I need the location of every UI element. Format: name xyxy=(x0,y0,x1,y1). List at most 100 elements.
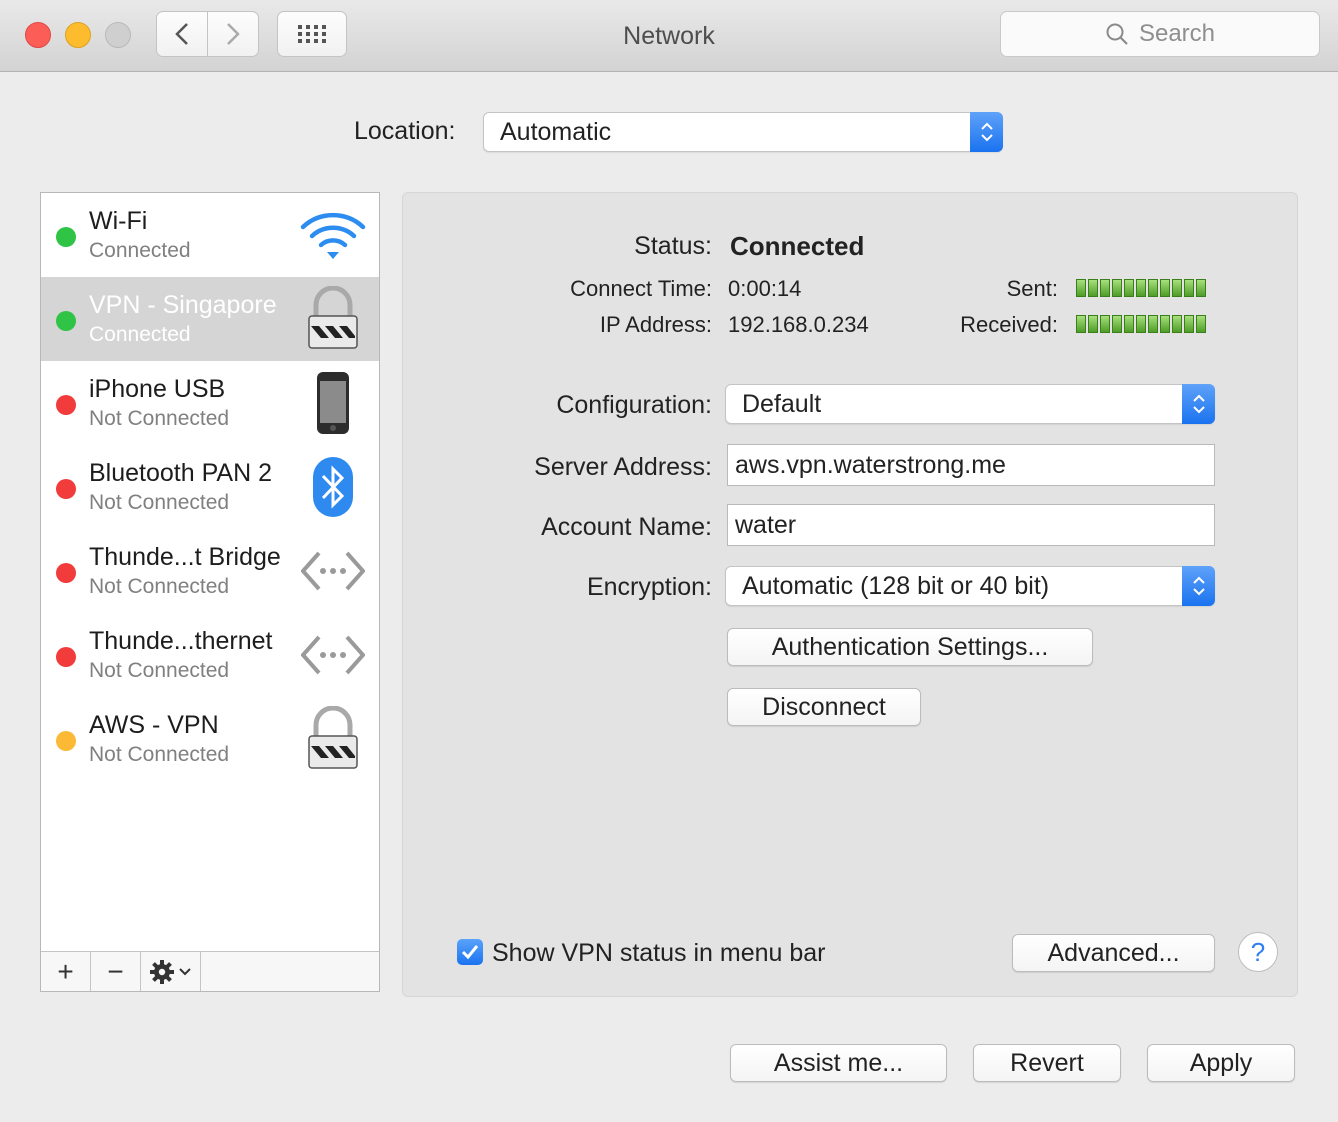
service-item-bluetooth-pan[interactable]: Bluetooth PAN 2 Not Connected xyxy=(41,445,379,529)
connect-time-value: 0:00:14 xyxy=(728,276,802,301)
account-name-label: Account Name: xyxy=(541,513,712,541)
vpn-lock-icon xyxy=(299,285,367,353)
title-bar: Network Search xyxy=(0,0,1338,72)
location-popup[interactable]: Automatic xyxy=(483,112,1003,152)
action-menu-button[interactable] xyxy=(141,952,201,991)
received-label: Received: xyxy=(960,312,1058,337)
connect-time-label: Connect Time: xyxy=(570,276,712,301)
meter-segment xyxy=(1100,279,1110,297)
gear-icon xyxy=(149,959,191,984)
service-name: Thunde...t Bridge xyxy=(89,543,281,571)
configuration-label: Configuration: xyxy=(556,391,712,419)
advanced-button[interactable]: Advanced... xyxy=(1012,934,1215,972)
remove-service-button[interactable]: − xyxy=(91,952,141,991)
meter-segment xyxy=(1088,315,1098,333)
apply-button[interactable]: Apply xyxy=(1147,1044,1295,1082)
ip-address-value: 192.168.0.234 xyxy=(728,312,869,337)
meter-segment xyxy=(1184,315,1194,333)
popup-arrows-icon xyxy=(1182,566,1215,606)
service-item-aws-vpn[interactable]: AWS - VPN Not Connected xyxy=(41,697,379,781)
service-status: Not Connected xyxy=(89,407,230,430)
meter-segment xyxy=(1124,279,1134,297)
meter-segment xyxy=(1184,279,1194,297)
meter-segment xyxy=(1148,315,1158,333)
add-service-button[interactable]: + xyxy=(41,952,91,991)
authentication-settings-button[interactable]: Authentication Settings... xyxy=(727,628,1093,666)
meter-segment xyxy=(1112,315,1122,333)
meter-segment xyxy=(1196,279,1206,297)
service-status: Not Connected xyxy=(89,659,230,682)
search-icon xyxy=(1106,23,1128,45)
thunderbolt-ethernet-icon xyxy=(299,621,367,689)
location-label: Location: xyxy=(354,117,456,145)
service-name: iPhone USB xyxy=(89,375,226,403)
server-address-field[interactable]: aws.vpn.waterstrong.me xyxy=(727,444,1215,486)
service-name: AWS - VPN xyxy=(89,711,219,739)
ip-address-label: IP Address: xyxy=(599,312,712,337)
status-dot-green xyxy=(56,227,76,247)
meter-segment xyxy=(1112,279,1122,297)
meter-segment xyxy=(1148,279,1158,297)
service-item-wifi[interactable]: Wi-Fi Connected xyxy=(41,193,379,277)
sent-meter xyxy=(1076,279,1206,297)
meter-segment xyxy=(1124,315,1134,333)
meter-segment xyxy=(1076,279,1086,297)
sent-label: Sent: xyxy=(1006,276,1058,301)
meter-segment xyxy=(1172,279,1182,297)
account-name-field[interactable]: water xyxy=(727,504,1215,546)
service-status: Not Connected xyxy=(89,575,230,598)
status-dot-red xyxy=(56,563,76,583)
revert-button[interactable]: Revert xyxy=(973,1044,1121,1082)
help-button[interactable]: ? xyxy=(1238,932,1278,972)
meter-segment xyxy=(1088,279,1098,297)
meter-segment xyxy=(1160,279,1170,297)
disconnect-button[interactable]: Disconnect xyxy=(727,688,921,726)
service-list: Wi-Fi Connected VPN - Singapore Connecte… xyxy=(40,192,380,992)
server-address-label: Server Address: xyxy=(534,453,712,481)
received-meter xyxy=(1076,315,1206,333)
service-list-toolbar: + − xyxy=(41,951,379,991)
configuration-value: Default xyxy=(742,389,822,418)
meter-segment xyxy=(1076,315,1086,333)
service-item-vpn-singapore[interactable]: VPN - Singapore Connected xyxy=(41,277,379,361)
bluetooth-icon xyxy=(299,453,367,521)
status-dot-red xyxy=(56,395,76,415)
vpn-lock-icon xyxy=(299,705,367,773)
encryption-popup[interactable]: Automatic (128 bit or 40 bit) xyxy=(725,566,1215,606)
meter-segment xyxy=(1160,315,1170,333)
show-vpn-status-checkbox[interactable] xyxy=(457,939,483,965)
status-dot-red xyxy=(56,647,76,667)
encryption-value: Automatic (128 bit or 40 bit) xyxy=(742,571,1050,600)
popup-arrows-icon xyxy=(970,112,1003,152)
location-value: Automatic xyxy=(500,117,612,146)
thunderbolt-bridge-icon xyxy=(299,537,367,605)
iphone-icon xyxy=(299,369,367,437)
meter-segment xyxy=(1136,315,1146,333)
service-item-thunderbolt-ethernet[interactable]: Thunde...thernet Not Connected xyxy=(41,613,379,697)
service-item-thunderbolt-bridge[interactable]: Thunde...t Bridge Not Connected xyxy=(41,529,379,613)
show-vpn-status-label: Show VPN status in menu bar xyxy=(492,939,826,967)
service-name: Wi-Fi xyxy=(89,207,148,235)
status-dot-yellow xyxy=(56,731,76,751)
checkmark-icon xyxy=(461,945,479,960)
wifi-icon xyxy=(299,201,367,269)
status-label: Status: xyxy=(634,232,712,260)
meter-segment xyxy=(1172,315,1182,333)
status-dot-red xyxy=(56,479,76,499)
assist-me-button[interactable]: Assist me... xyxy=(730,1044,947,1082)
meter-segment xyxy=(1136,279,1146,297)
search-field[interactable]: Search xyxy=(1000,11,1320,57)
service-item-iphone-usb[interactable]: iPhone USB Not Connected xyxy=(41,361,379,445)
configuration-popup[interactable]: Default xyxy=(725,384,1215,424)
meter-segment xyxy=(1100,315,1110,333)
encryption-label: Encryption: xyxy=(586,573,712,601)
service-name: Bluetooth PAN 2 xyxy=(89,459,272,487)
status-dot-green xyxy=(56,311,76,331)
service-status: Not Connected xyxy=(89,491,230,514)
status-value: Connected xyxy=(730,231,865,261)
search-placeholder: Search xyxy=(1138,20,1216,47)
meter-segment xyxy=(1196,315,1206,333)
service-name: Thunde...thernet xyxy=(89,627,273,655)
service-name: VPN - Singapore xyxy=(89,291,277,319)
service-status: Not Connected xyxy=(89,743,230,766)
